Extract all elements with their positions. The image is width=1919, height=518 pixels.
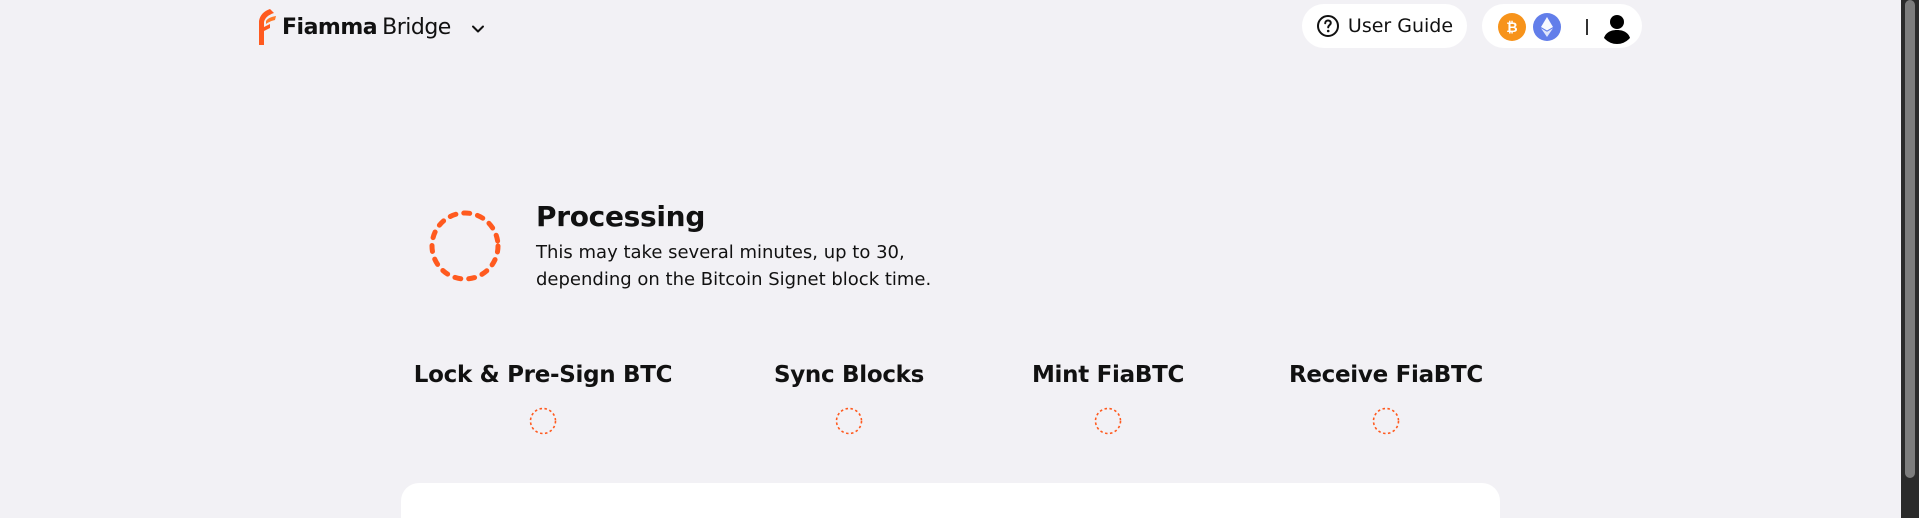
ethereum-icon[interactable] bbox=[1533, 13, 1561, 41]
bitcoin-symbol: ₿ bbox=[1506, 20, 1517, 35]
brand-product: Bridge bbox=[382, 14, 451, 40]
processing-description-line: This may take several minutes, up to 30, bbox=[536, 242, 905, 263]
step-receive-fiabtc: Receive FiaBTC bbox=[1236, 362, 1536, 435]
step-label: Mint FiaBTC bbox=[1031, 362, 1185, 388]
step-lock-presign: Lock & Pre-Sign BTC bbox=[393, 362, 693, 435]
step-label: Receive FiaBTC bbox=[1288, 362, 1484, 388]
pending-step-icon bbox=[1372, 407, 1400, 435]
user-guide-button[interactable]: User Guide bbox=[1302, 4, 1467, 48]
scrollbar[interactable] bbox=[1901, 0, 1919, 518]
person-silhouette bbox=[1603, 15, 1631, 44]
brand-menu[interactable]: Fiamma Bridge bbox=[256, 6, 485, 48]
step-label: Lock & Pre-Sign BTC bbox=[413, 362, 673, 388]
scrollbar-thumb[interactable] bbox=[1905, 0, 1915, 478]
pending-step-icon bbox=[835, 407, 863, 435]
step-sync-blocks: Sync Blocks bbox=[699, 362, 999, 435]
brand-name: Fiamma bbox=[282, 14, 378, 40]
ethereum-diamond bbox=[1541, 17, 1553, 37]
pending-step-icon bbox=[529, 407, 557, 435]
transaction-details-card bbox=[401, 483, 1500, 518]
divider bbox=[1586, 19, 1588, 35]
step-mint-fiabtc: Mint FiaBTC bbox=[958, 362, 1258, 435]
chevron-down-icon[interactable] bbox=[471, 22, 485, 36]
svg-text:₿: ₿ bbox=[1506, 20, 1517, 35]
processing-description: This may take several minutes, up to 30,… bbox=[536, 239, 976, 293]
wallet-connect-pill[interactable]: ₿ bbox=[1482, 4, 1642, 48]
user-guide-label: User Guide bbox=[1347, 15, 1454, 37]
processing-description-line: depending on the Bitcoin Signet block ti… bbox=[536, 269, 932, 290]
pending-step-icon bbox=[1094, 407, 1122, 435]
bitcoin-icon[interactable]: ₿ bbox=[1498, 13, 1526, 41]
user-avatar-icon[interactable] bbox=[1600, 10, 1634, 44]
processing-title: Processing bbox=[536, 200, 706, 233]
processing-spinner-icon bbox=[429, 210, 501, 282]
bridge-page: Fiamma Bridge User Guide ₿ Processing Th… bbox=[0, 0, 1919, 518]
fiamma-logo-icon bbox=[259, 9, 276, 45]
step-label: Sync Blocks bbox=[773, 362, 925, 388]
question-circle-icon bbox=[1316, 15, 1339, 37]
